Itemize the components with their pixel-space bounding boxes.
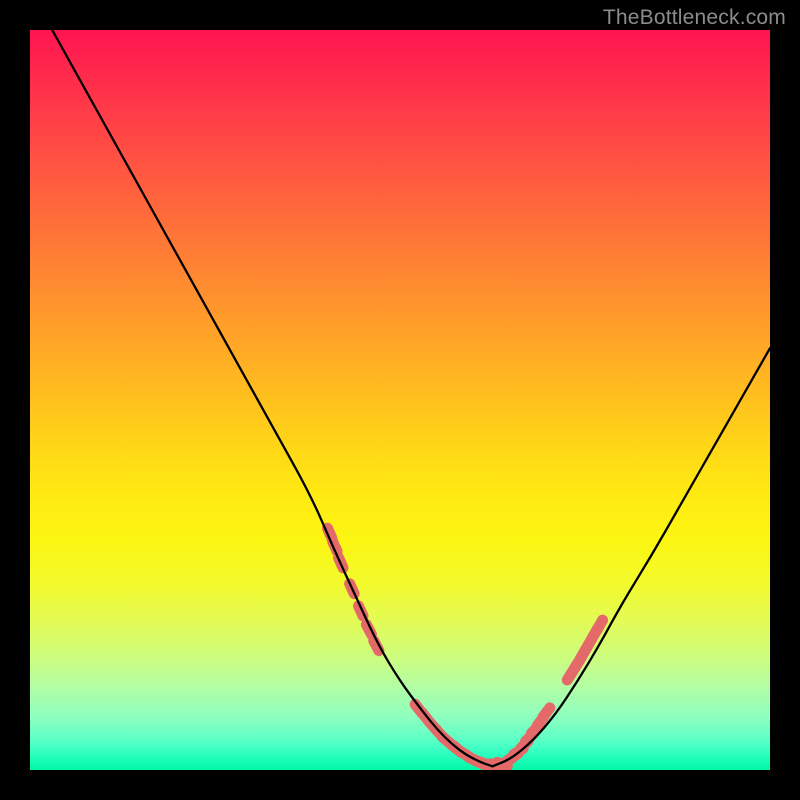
plot-area [30,30,770,770]
curve-right-branch [493,348,771,766]
outer-frame: TheBottleneck.com [0,0,800,800]
watermark-label: TheBottleneck.com [603,6,786,30]
data-marker [597,620,602,630]
curve-layer [52,30,770,766]
chart-svg [30,30,770,770]
curve-left-branch [52,30,492,766]
data-marker [543,708,550,717]
marker-layer [327,528,602,767]
